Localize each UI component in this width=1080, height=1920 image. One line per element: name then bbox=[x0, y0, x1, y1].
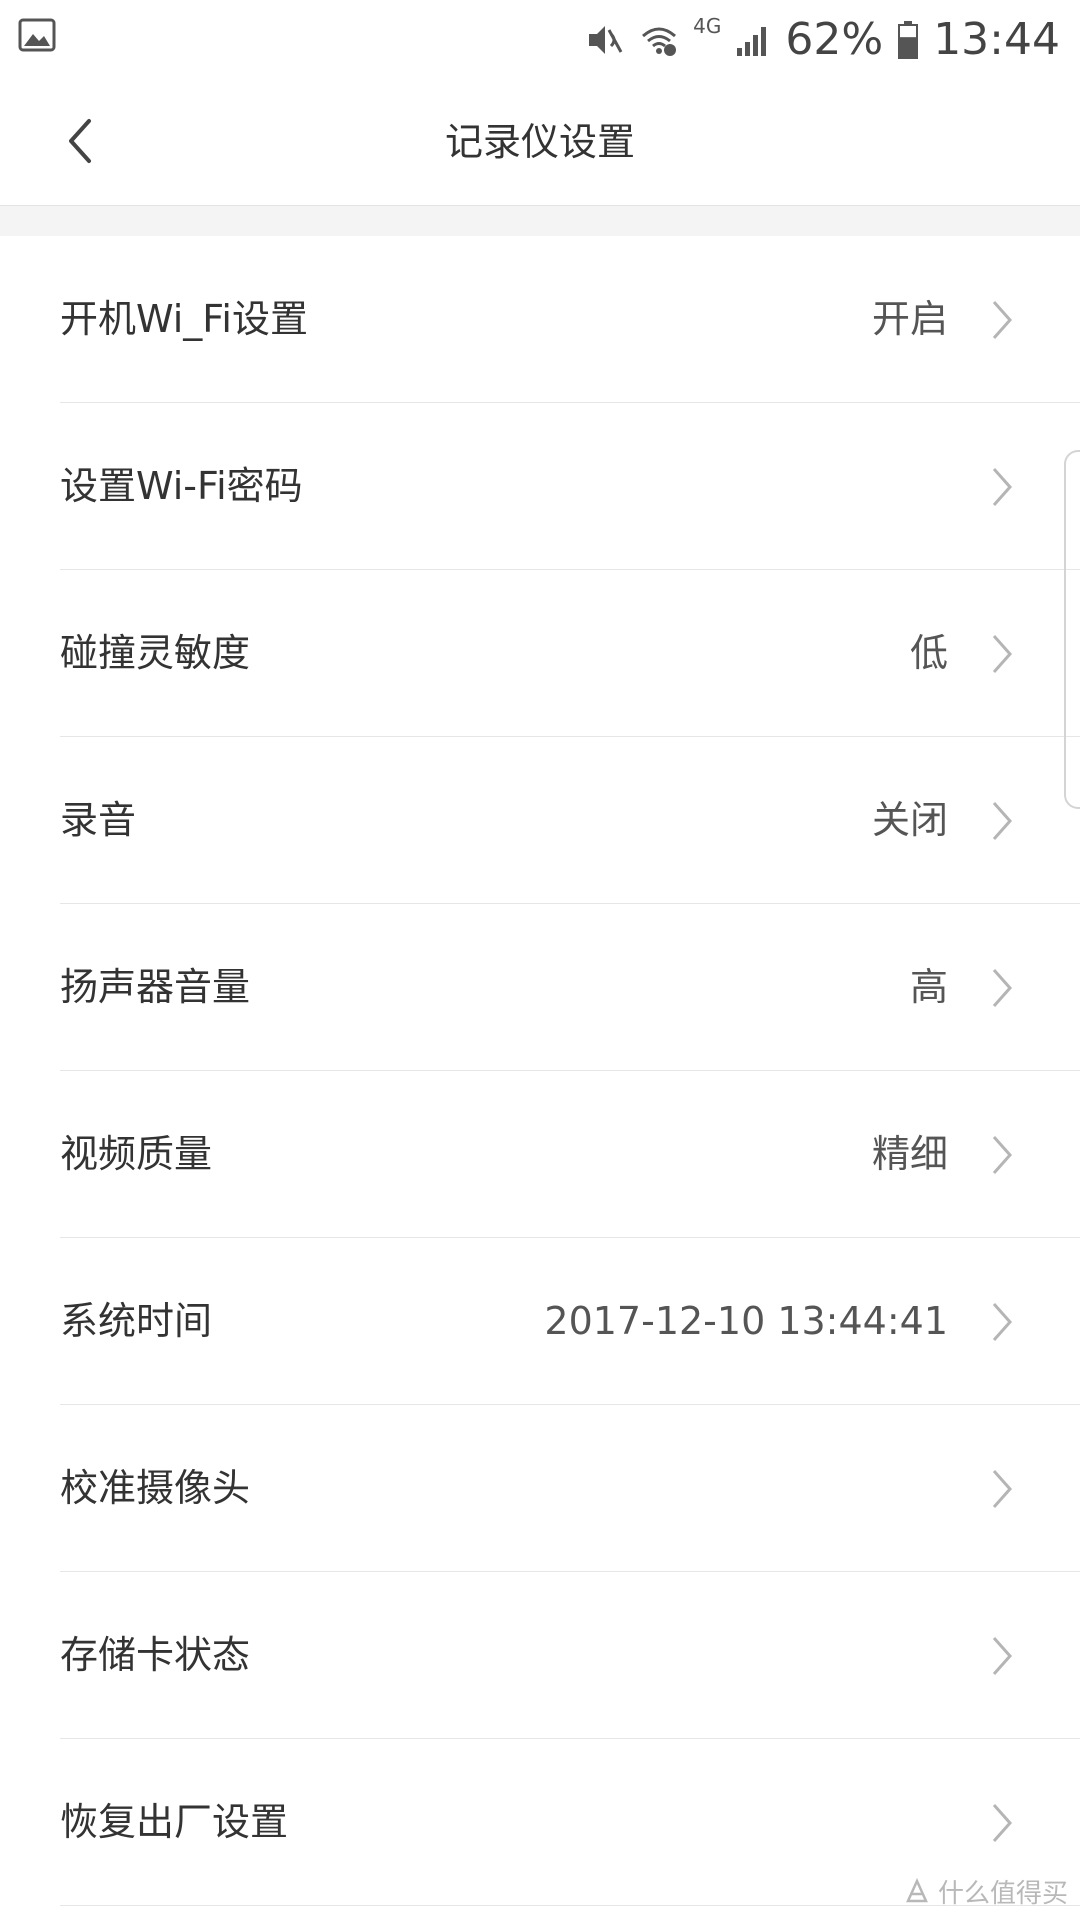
page-title: 记录仪设置 bbox=[444, 120, 635, 164]
chevron-right-icon bbox=[992, 1804, 1013, 1842]
setting-label: 录音 bbox=[60, 798, 137, 842]
watermark-text: 什么值得买 bbox=[937, 1879, 1068, 1909]
chevron-left-icon bbox=[69, 119, 91, 163]
setting-row-system-time[interactable]: 系统时间 2017-12-10 13:44:41 bbox=[0, 1238, 1080, 1405]
setting-label: 碰撞灵敏度 bbox=[60, 631, 251, 675]
setting-value: 低 bbox=[909, 631, 948, 675]
setting-label: 校准摄像头 bbox=[60, 1466, 251, 1510]
chevron-right-icon bbox=[992, 468, 1013, 506]
setting-value: 高 bbox=[909, 965, 948, 1009]
chevron-right-icon bbox=[992, 301, 1013, 339]
setting-row-collision-sensitivity[interactable]: 碰撞灵敏度 低 bbox=[0, 570, 1080, 737]
setting-row-speaker-volume[interactable]: 扬声器音量 高 bbox=[0, 904, 1080, 1071]
setting-row-video-quality[interactable]: 视频质量 精细 bbox=[0, 1071, 1080, 1238]
battery-percent: 62% bbox=[785, 14, 884, 65]
chevron-right-icon bbox=[992, 1470, 1013, 1508]
setting-row-calibrate-camera[interactable]: 校准摄像头 bbox=[0, 1405, 1080, 1572]
setting-label: 开机Wi_Fi设置 bbox=[60, 297, 308, 341]
setting-label: 扬声器音量 bbox=[60, 965, 251, 1009]
setting-row-boot-wifi[interactable]: 开机Wi_Fi设置 开启 bbox=[0, 236, 1080, 403]
setting-value: 精细 bbox=[871, 1132, 948, 1176]
setting-row-wifi-password[interactable]: 设置Wi-Fi密码 bbox=[0, 403, 1080, 570]
setting-value: 2017-12-10 13:44:41 bbox=[544, 1299, 948, 1343]
setting-row-storage-card-status[interactable]: 存储卡状态 bbox=[0, 1572, 1080, 1739]
setting-label: 存储卡状态 bbox=[60, 1633, 251, 1677]
battery-icon bbox=[897, 20, 919, 60]
chevron-right-icon bbox=[992, 802, 1013, 840]
chevron-right-icon bbox=[992, 635, 1013, 673]
chevron-right-icon bbox=[992, 969, 1013, 1007]
status-time: 13:44 bbox=[933, 14, 1060, 65]
watermark: 什么值得买 bbox=[902, 1873, 1068, 1910]
setting-label: 系统时间 bbox=[60, 1299, 213, 1343]
status-icons: 4G 62% 13:44 bbox=[585, 0, 1060, 80]
wifi-icon bbox=[639, 20, 679, 60]
status-bar: 4G 62% 13:44 bbox=[0, 0, 1080, 80]
settings-list: 开机Wi_Fi设置 开启 设置Wi-Fi密码 碰撞灵敏度 低 录音 关闭 扬声器… bbox=[0, 236, 1080, 1906]
section-gap bbox=[0, 206, 1080, 236]
signal-icon bbox=[735, 22, 771, 58]
setting-label: 视频质量 bbox=[60, 1132, 213, 1176]
chevron-right-icon bbox=[992, 1303, 1013, 1341]
setting-label: 设置Wi-Fi密码 bbox=[60, 464, 303, 508]
watermark-logo-icon bbox=[906, 1877, 928, 1902]
back-button[interactable] bbox=[50, 110, 110, 172]
scroll-indicator[interactable] bbox=[1064, 450, 1080, 809]
chevron-right-icon bbox=[992, 1637, 1013, 1675]
setting-value: 开启 bbox=[871, 297, 948, 341]
setting-label: 恢复出厂设置 bbox=[60, 1800, 289, 1844]
nav-header: 记录仪设置 bbox=[0, 80, 1080, 206]
chevron-right-icon bbox=[992, 1136, 1013, 1174]
mute-icon bbox=[585, 20, 625, 60]
setting-value: 关闭 bbox=[871, 798, 948, 842]
setting-row-recording[interactable]: 录音 关闭 bbox=[0, 737, 1080, 904]
gallery-icon bbox=[18, 16, 56, 54]
network-4g-icon: 4G bbox=[693, 14, 722, 38]
